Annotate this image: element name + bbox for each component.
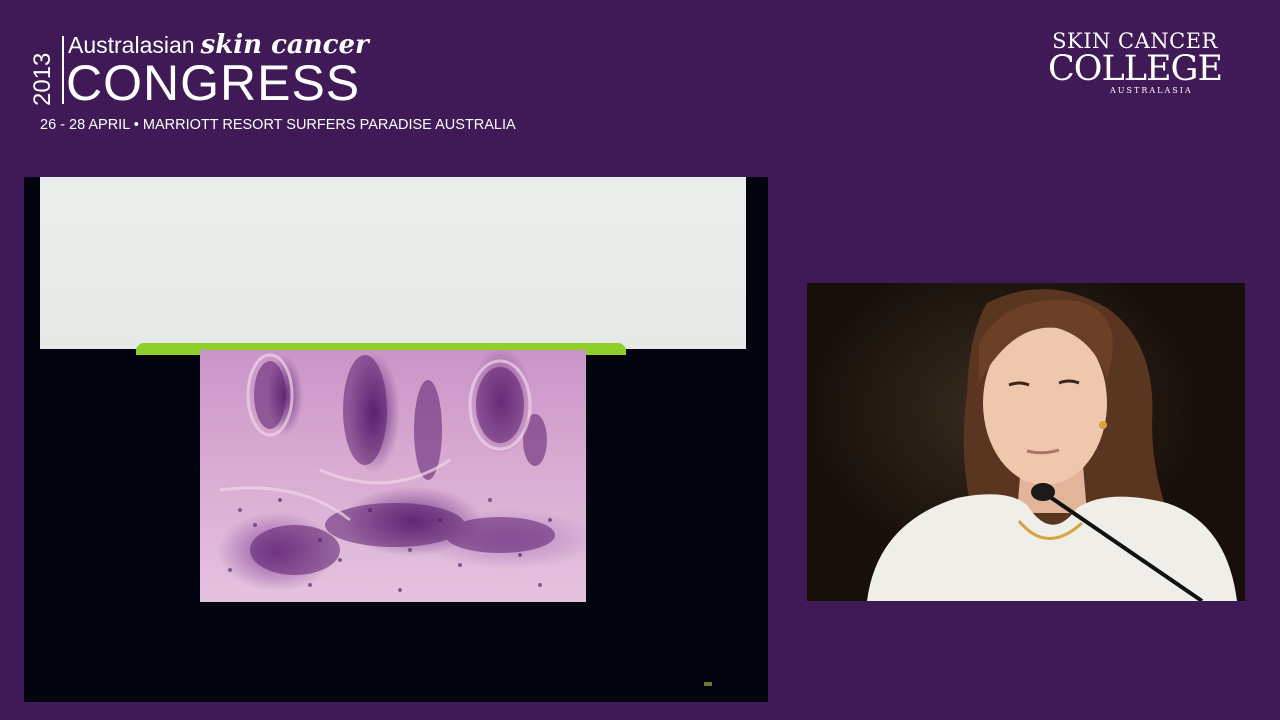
college-logo: SKIN CANCER COLLEGE AUSTRALASIA [1030,30,1240,102]
speaker-illustration [867,289,1237,601]
slide-blank-area [40,177,746,349]
histology-texture [219,353,555,592]
event-dates-venue: 26 - 28 APRIL • MARRIOTT RESORT SURFERS … [40,117,516,133]
presentation-slide [24,177,768,702]
slide-corner-mark [704,682,712,686]
event-year: 2013 [29,52,56,106]
event-logo: 2013 Australasian skin cancer CONGRESS 26… [28,28,548,138]
event-title-congress: CONGRESS [66,55,361,111]
logo-divider [62,36,64,104]
histology-image [200,350,586,602]
speaker-video [807,283,1245,601]
college-logo-line2: COLLEGE [1047,49,1223,89]
